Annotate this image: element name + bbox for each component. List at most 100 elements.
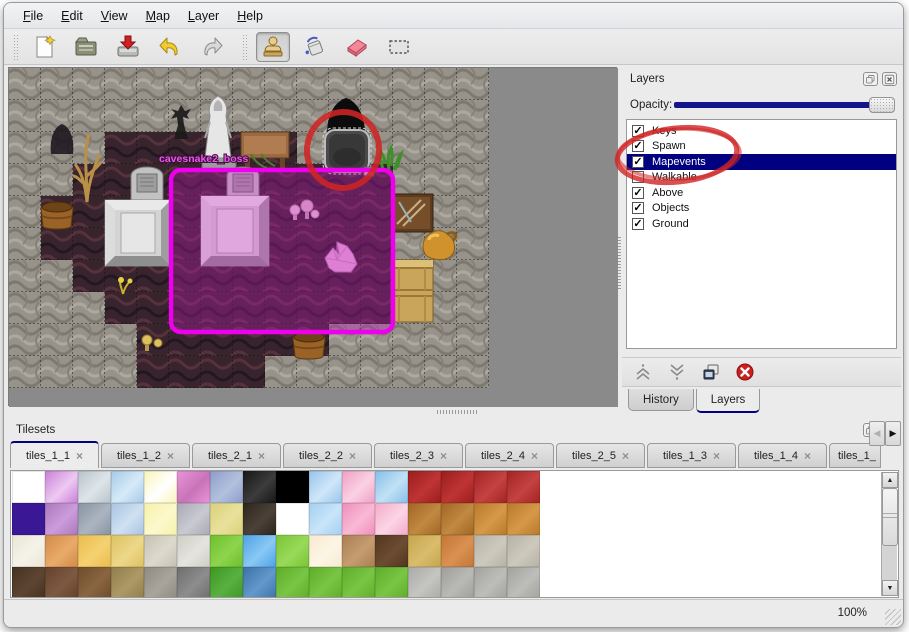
palette-tile[interactable] [507, 471, 540, 503]
menu-help[interactable]: Help [228, 6, 272, 26]
palette-tile[interactable] [144, 503, 177, 535]
toolbar-drag-handle[interactable] [242, 34, 249, 60]
palette-tile[interactable] [177, 535, 210, 567]
menu-map[interactable]: Map [137, 6, 179, 26]
palette-tile[interactable] [78, 503, 111, 535]
map-canvas[interactable]: cavesnake2_boss [8, 67, 617, 406]
scrollbar-thumb[interactable] [882, 488, 898, 546]
palette-tile[interactable] [144, 567, 177, 598]
layer-checkbox-checked[interactable]: ✓ [632, 156, 644, 168]
tab-close-icon[interactable]: × [440, 449, 447, 463]
tileset-tab-tiles_2_4[interactable]: tiles_2_4× [465, 443, 554, 468]
dock-tab-history[interactable]: History [628, 389, 694, 411]
layer-checkbox-checked[interactable]: ✓ [632, 187, 644, 199]
move-layer-down-button[interactable] [666, 361, 688, 383]
palette-tile[interactable] [144, 471, 177, 503]
resize-grip[interactable] [885, 609, 901, 625]
palette-tile[interactable] [210, 567, 243, 598]
palette-tile[interactable] [243, 535, 276, 567]
dock-tab-layers[interactable]: Layers [696, 389, 761, 413]
palette-tile[interactable] [12, 535, 45, 567]
stamp-tool-button[interactable] [256, 32, 290, 62]
close-panel-icon[interactable] [882, 72, 897, 86]
tileset-tab-tiles_1_4[interactable]: tiles_1_4× [738, 443, 827, 468]
palette-tile[interactable] [474, 567, 507, 598]
save-file-button[interactable] [111, 32, 145, 62]
palette-tile[interactable] [375, 535, 408, 567]
palette-tile[interactable] [177, 471, 210, 503]
palette-tile[interactable] [507, 503, 540, 535]
layer-row-ground[interactable]: ✓Ground [627, 216, 896, 232]
palette-tile[interactable] [111, 567, 144, 598]
scroll-up-icon[interactable]: ▲ [882, 472, 898, 488]
palette-scrollbar[interactable]: ▲ ▼ [881, 472, 897, 596]
palette-tile[interactable] [408, 503, 441, 535]
opacity-slider-track[interactable] [674, 102, 895, 108]
tileset-tab-tiles_2_5[interactable]: tiles_2_5× [556, 443, 645, 468]
palette-tile[interactable] [276, 471, 309, 503]
tileset-tab-tiles_2_3[interactable]: tiles_2_3× [374, 443, 463, 468]
palette-tile[interactable] [144, 535, 177, 567]
palette-tile[interactable] [309, 471, 342, 503]
palette-tile[interactable] [78, 567, 111, 598]
palette-tile[interactable] [111, 471, 144, 503]
tab-scroll-right-button[interactable]: ▶ [885, 421, 901, 446]
palette-tile[interactable] [309, 567, 342, 598]
palette-tile[interactable] [276, 503, 309, 535]
palette-tile[interactable] [177, 567, 210, 598]
layer-row-spawn[interactable]: ✓Spawn [627, 139, 896, 155]
tab-close-icon[interactable]: × [76, 449, 83, 463]
palette-tile[interactable] [342, 471, 375, 503]
palette-tile[interactable] [243, 503, 276, 535]
palette-tile[interactable] [111, 535, 144, 567]
palette-tile[interactable] [408, 567, 441, 598]
palette-tile[interactable] [210, 471, 243, 503]
palette-tile[interactable] [276, 567, 309, 598]
palette-tile[interactable] [474, 471, 507, 503]
layer-row-keys[interactable]: ✓Keys [627, 123, 896, 139]
fill-tool-button[interactable] [298, 32, 332, 62]
palette-tile[interactable] [375, 503, 408, 535]
eraser-tool-button[interactable] [340, 32, 374, 62]
opacity-slider-handle[interactable] [869, 97, 895, 113]
layer-row-above[interactable]: ✓Above [627, 185, 896, 201]
tab-scroll-left-button[interactable]: ◀ [869, 421, 885, 446]
palette-tile[interactable] [177, 503, 210, 535]
menu-view[interactable]: View [92, 6, 137, 26]
tab-close-icon[interactable]: × [531, 449, 538, 463]
toolbar-drag-handle[interactable] [13, 34, 20, 60]
tileset-tab-tiles_2_1[interactable]: tiles_2_1× [192, 443, 281, 468]
layer-row-objects[interactable]: ✓Objects [627, 201, 896, 217]
redo-button[interactable] [195, 32, 229, 62]
palette-tile[interactable] [309, 535, 342, 567]
open-file-button[interactable] [69, 32, 103, 62]
palette-tile[interactable] [111, 503, 144, 535]
palette-tile[interactable] [408, 471, 441, 503]
duplicate-layer-button[interactable] [700, 361, 722, 383]
move-layer-up-button[interactable] [632, 361, 654, 383]
palette-tile[interactable] [12, 567, 45, 598]
palette-tile[interactable] [45, 503, 78, 535]
palette-tile[interactable] [210, 503, 243, 535]
palette-tile[interactable] [375, 471, 408, 503]
layer-row-mapevents[interactable]: ✓Mapevents [627, 154, 896, 170]
menu-file[interactable]: File [14, 6, 52, 26]
menu-layer[interactable]: Layer [179, 6, 228, 26]
tileset-tab-tiles_1_1[interactable]: tiles_1_1× [10, 441, 99, 468]
palette-tile[interactable] [12, 471, 45, 503]
layer-checkbox-checked[interactable]: ✓ [632, 202, 644, 214]
tab-close-icon[interactable]: × [258, 449, 265, 463]
layer-checkbox-checked[interactable]: ✓ [632, 140, 644, 152]
palette-tile[interactable] [474, 503, 507, 535]
palette-tile[interactable] [276, 535, 309, 567]
layer-checkbox-checked[interactable]: ✓ [632, 218, 644, 230]
float-panel-icon[interactable] [863, 72, 878, 86]
palette-tile[interactable] [45, 567, 78, 598]
tileset-tab-tiles_1[interactable]: tiles_1_ [829, 443, 881, 468]
tab-close-icon[interactable]: × [713, 449, 720, 463]
delete-layer-button[interactable] [734, 361, 756, 383]
palette-tile[interactable] [78, 471, 111, 503]
palette-tile[interactable] [441, 503, 474, 535]
palette-tile[interactable] [474, 535, 507, 567]
opacity-slider[interactable] [674, 97, 895, 113]
